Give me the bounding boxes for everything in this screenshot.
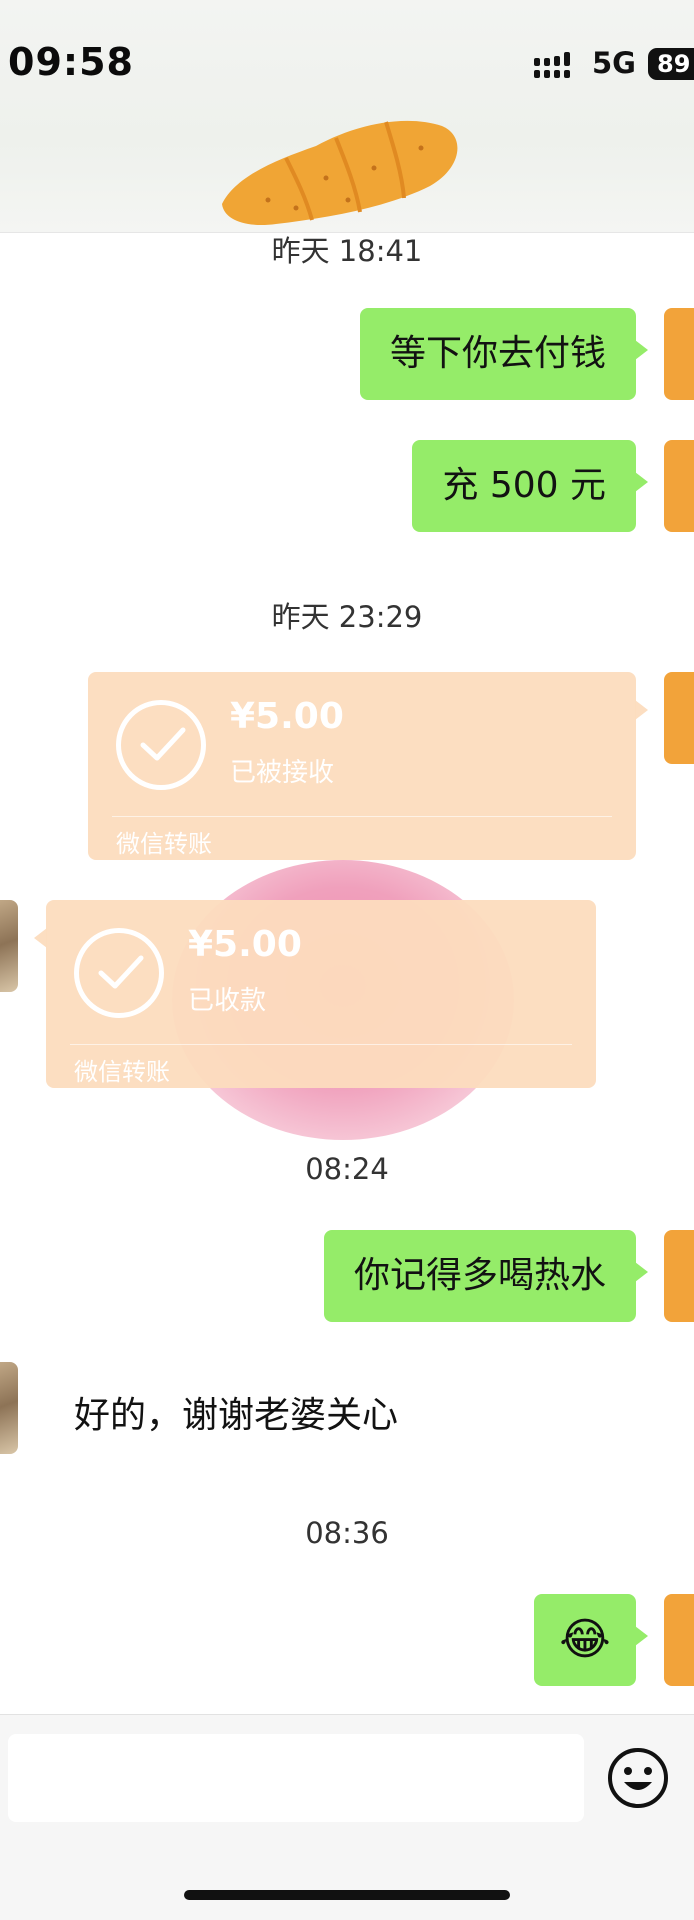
contact-avatar[interactable] [0,900,18,992]
check-circle-icon [116,700,206,790]
signal-icon [534,52,570,78]
contact-avatar[interactable] [0,1362,18,1454]
network-type: 5G [592,46,636,80]
transfer-brand: 微信转账 [74,1058,170,1086]
bubble-tail [635,700,648,720]
smiley-icon[interactable] [606,1746,670,1810]
bubble-tail [34,928,47,948]
check-circle-icon [74,928,164,1018]
transfer-amount: ¥5.00 [230,696,344,737]
status-time: 09:58 [8,40,134,84]
transfer-brand: 微信转账 [116,830,212,858]
my-avatar[interactable] [664,308,694,400]
message-received[interactable]: 好的，谢谢老婆关心 [74,1386,398,1438]
message-bubble-sent[interactable]: 你记得多喝热水 [323,1230,649,1322]
message-input[interactable] [8,1734,584,1822]
croissant-icon [222,120,458,226]
card-divider [112,816,612,817]
my-avatar[interactable] [664,672,694,764]
message-bubble-sent[interactable]: 充 500 元 [412,440,648,532]
timestamp: 昨天 23:29 [271,600,423,634]
my-avatar[interactable] [664,440,694,532]
home-indicator[interactable] [184,1890,510,1900]
timestamp: 08:24 [305,1152,389,1186]
transfer-amount: ¥5.00 [188,924,302,965]
transfer-card-sent[interactable]: ¥5.00 已被接收 微信转账 [88,672,648,860]
transfer-status: 已收款 [188,986,267,1016]
timestamp: 08:36 [305,1516,389,1550]
emoji-message-bubble[interactable]: 😂 [534,1594,648,1686]
my-avatar[interactable] [664,1594,694,1686]
timestamp: 昨天 18:41 [271,234,423,268]
my-avatar[interactable] [664,1230,694,1322]
transfer-status: 已被接收 [230,758,335,788]
transfer-card-received[interactable]: ¥5.00 已收款 微信转账 [34,900,596,1088]
message-bubble-sent[interactable]: 等下你去付钱 [359,308,649,400]
card-divider [70,1044,572,1045]
battery-level: 89 [648,48,694,80]
